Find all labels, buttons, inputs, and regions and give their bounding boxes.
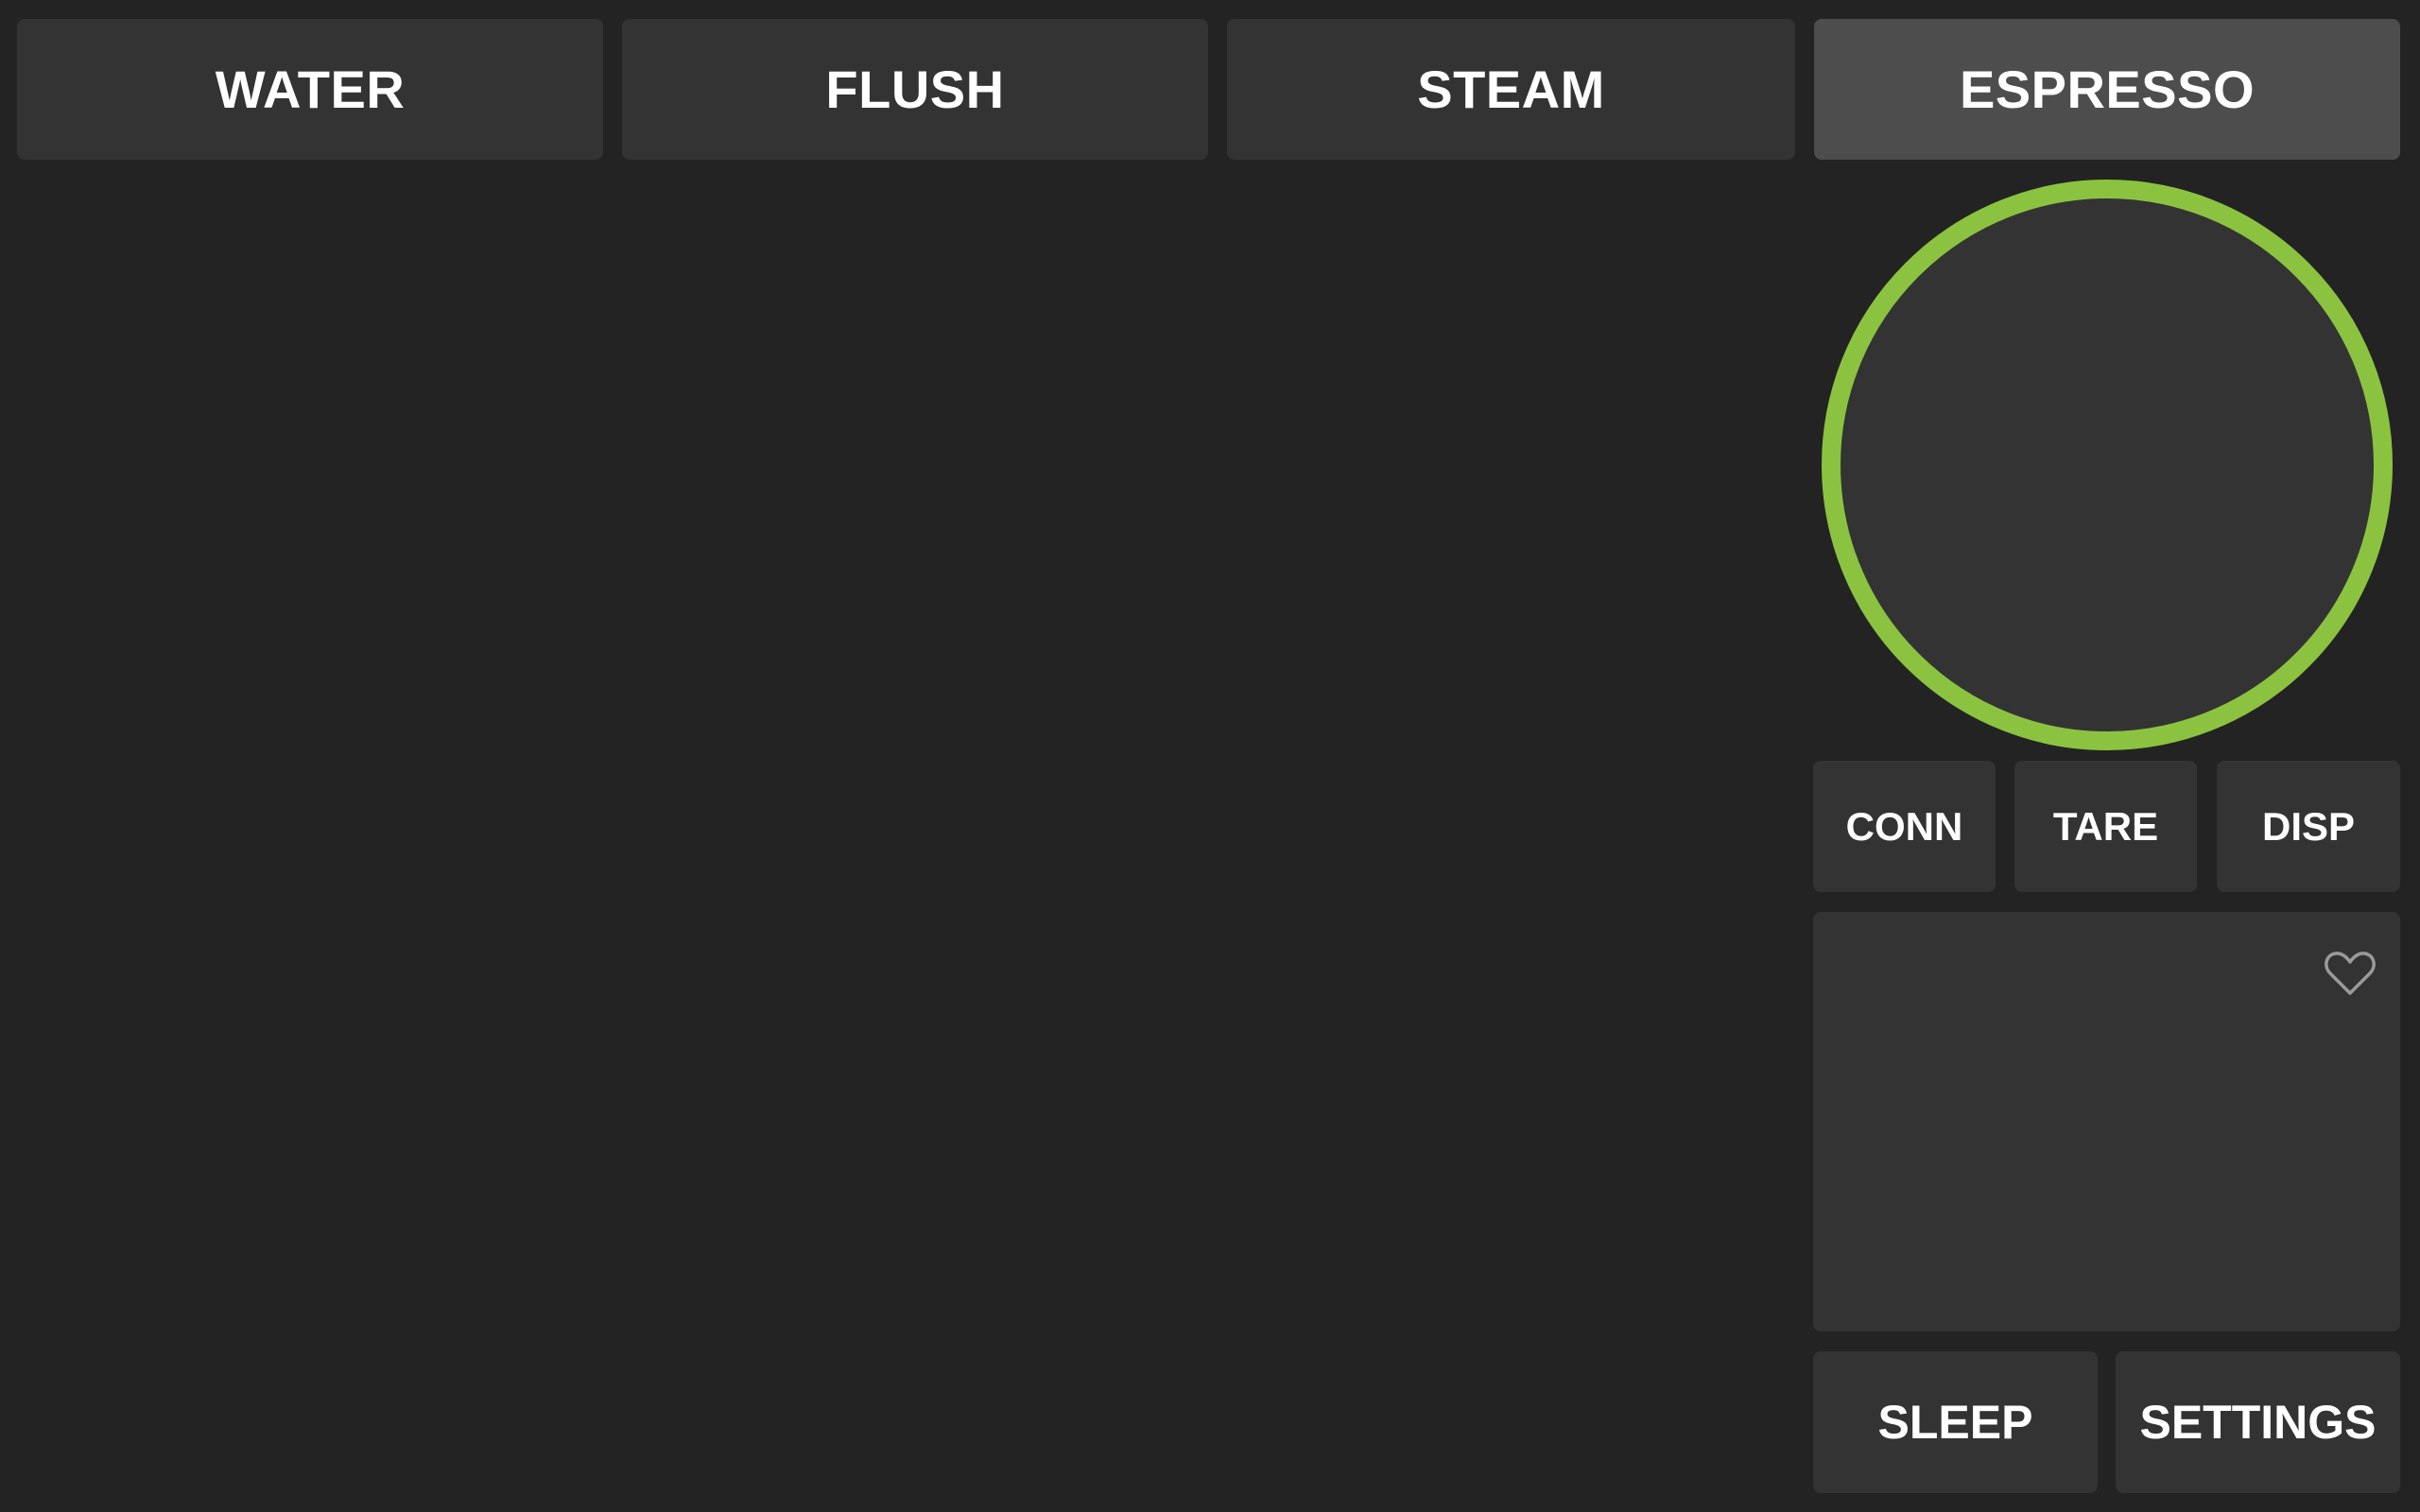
status-ring [1822, 180, 2393, 750]
heart-outline-icon[interactable] [2325, 950, 2376, 997]
sleep-button[interactable]: SLEEP [1813, 1351, 2098, 1493]
profile-panel [1813, 912, 2400, 1332]
disp-button[interactable]: DISP [2217, 761, 2400, 892]
tab-espresso[interactable]: ESPRESSO [1814, 19, 2400, 160]
tab-flush[interactable]: FLUSH [622, 19, 1208, 160]
tab-steam[interactable]: STEAM [1227, 19, 1795, 160]
tab-water[interactable]: WATER [17, 19, 603, 160]
conn-button[interactable]: CONN [1813, 761, 1996, 892]
tare-button[interactable]: TARE [2014, 761, 2197, 892]
settings-button[interactable]: SETTINGS [2116, 1351, 2400, 1493]
espresso-machine-screen: WATER FLUSH STEAM ESPRESSO CONN TARE DIS… [0, 0, 2420, 1512]
status-dial[interactable] [1822, 180, 2393, 750]
